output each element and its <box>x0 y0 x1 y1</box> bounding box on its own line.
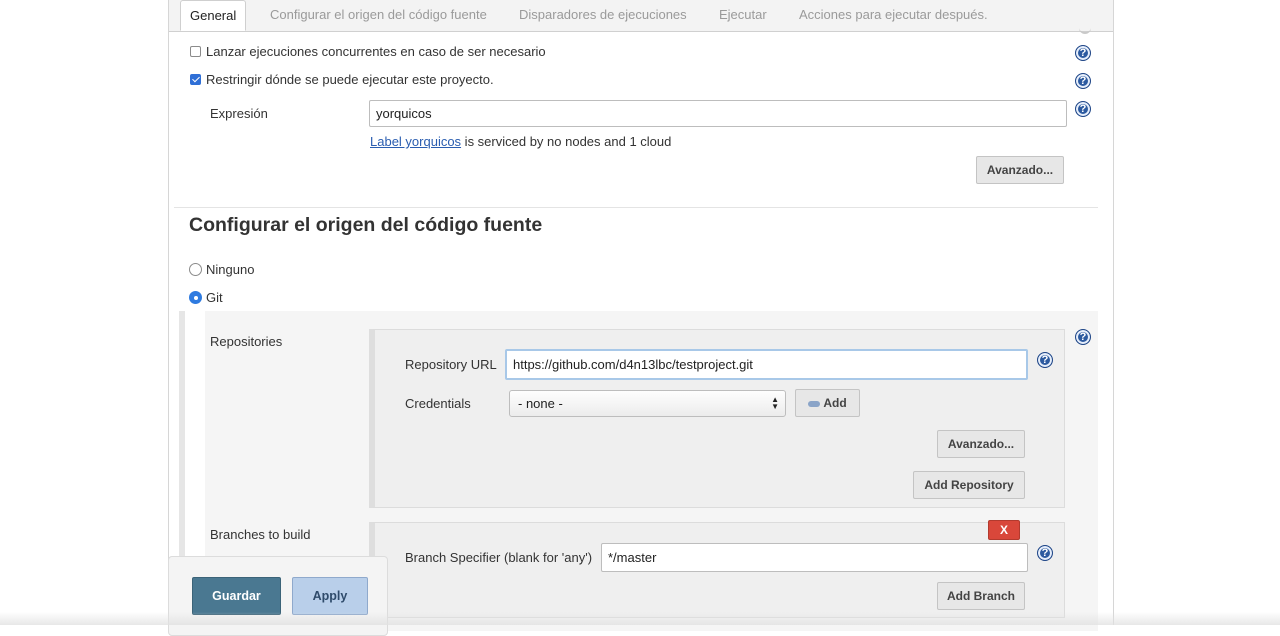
scm-git-radio[interactable] <box>189 291 202 304</box>
advanced-button[interactable]: Avanzado... <box>976 156 1064 184</box>
remove-branch-button[interactable]: X <box>988 520 1020 540</box>
add-repository-button[interactable]: Add Repository <box>913 471 1025 499</box>
config-tab-bar: General Configurar el origen del código … <box>169 0 1113 32</box>
key-icon <box>808 400 821 407</box>
tab-scm[interactable]: Configurar el origen del código fuente <box>270 7 487 22</box>
branch-specifier-label: Branch Specifier (blank for 'any') <box>405 550 593 565</box>
help-icon[interactable]: ? <box>1037 545 1053 561</box>
help-icon[interactable]: ? <box>1075 73 1091 89</box>
help-icon[interactable]: ? <box>1075 101 1091 117</box>
scm-git-label: Git <box>206 290 223 305</box>
branches-label: Branches to build <box>210 527 311 542</box>
repositories-label: Repositories <box>210 334 283 349</box>
save-button[interactable]: Guardar <box>192 577 281 615</box>
label-info: Label yorquicos is serviced by no nodes … <box>370 134 671 149</box>
add-credentials-label: Add <box>823 396 847 410</box>
add-branch-button[interactable]: Add Branch <box>937 582 1025 610</box>
apply-button[interactable]: Apply <box>292 577 368 615</box>
credentials-select-value: - none - <box>518 396 563 411</box>
credentials-select[interactable]: - none - ▲ ▼ <box>509 390 786 417</box>
repository-url-input[interactable] <box>505 349 1028 380</box>
tab-build[interactable]: Ejecutar <box>719 7 767 22</box>
add-credentials-button[interactable]: Add <box>795 389 860 417</box>
tab-post-build[interactable]: Acciones para ejecutar después. <box>799 7 988 22</box>
concurrent-builds-label: Lanzar ejecuciones concurrentes en caso … <box>206 44 546 59</box>
scroll-indicator <box>1079 26 1091 34</box>
expression-input[interactable] <box>369 100 1067 127</box>
bottom-shadow <box>0 612 1280 625</box>
job-config-page: General Configurar el origen del código … <box>168 0 1114 631</box>
tab-general[interactable]: General <box>180 0 247 31</box>
credentials-label: Credentials <box>405 396 471 411</box>
label-link[interactable]: Label yorquicos <box>370 134 461 149</box>
expression-label: Expresión <box>210 106 268 121</box>
tab-triggers[interactable]: Disparadores de ejecuciones <box>519 7 687 22</box>
section-divider <box>174 207 1098 208</box>
branch-specifier-input[interactable] <box>601 543 1028 572</box>
select-arrows-icon: ▲ ▼ <box>771 395 779 411</box>
help-icon[interactable]: ? <box>1075 329 1091 345</box>
label-info-text: is serviced by no nodes and 1 cloud <box>461 134 672 149</box>
concurrent-builds-checkbox[interactable] <box>190 46 201 57</box>
restrict-node-label: Restringir dónde se puede ejecutar este … <box>206 72 494 87</box>
advanced-repo-button[interactable]: Avanzado... <box>937 430 1025 458</box>
help-icon[interactable]: ? <box>1037 352 1053 368</box>
restrict-node-checkbox[interactable] <box>190 74 201 85</box>
scm-none-radio[interactable] <box>189 263 202 276</box>
repository-url-label: Repository URL <box>405 357 497 372</box>
scm-none-label: Ninguno <box>206 262 255 277</box>
help-icon[interactable]: ? <box>1075 45 1091 61</box>
scm-heading: Configurar el origen del código fuente <box>189 214 543 236</box>
